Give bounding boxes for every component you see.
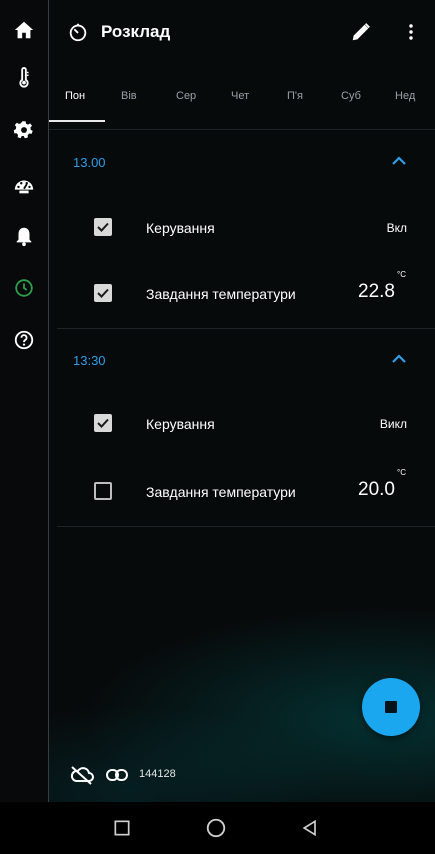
system-nav-bar (0, 802, 435, 854)
gear-icon[interactable] (8, 114, 40, 146)
schedule-row: Завдання температури 20.0 °C (49, 468, 435, 514)
more-options-button[interactable] (401, 20, 421, 44)
device-id: 144128 (139, 768, 176, 780)
link-icon (106, 769, 128, 781)
temperature-value[interactable]: 20.0 (358, 479, 395, 501)
tab-thursday[interactable]: Чет (231, 90, 275, 102)
clock-icon[interactable] (8, 272, 40, 304)
row-label: Завдання температури (146, 484, 296, 500)
tab-friday[interactable]: П'я (287, 90, 331, 102)
time-header: 13.00 (73, 155, 106, 170)
back-button[interactable] (298, 816, 322, 840)
temperature-unit: °C (397, 270, 406, 279)
time-header: 13:30 (73, 353, 106, 368)
section-divider (57, 526, 435, 527)
temperature-unit: °C (397, 468, 406, 477)
recents-square-icon (114, 820, 130, 836)
tab-wednesday[interactable]: Сер (176, 90, 220, 102)
chevron-up-icon[interactable] (391, 353, 407, 365)
stop-fab-button[interactable] (362, 678, 420, 736)
chevron-up-icon[interactable] (391, 155, 407, 167)
control-checkbox[interactable] (94, 218, 112, 236)
stop-icon (385, 701, 397, 713)
edit-button[interactable] (349, 20, 373, 44)
temperature-checkbox[interactable] (94, 482, 112, 500)
schedule-row: Керування Викл (49, 406, 435, 446)
main-panel: Розклад Пон Вів Сер Чет П'я Суб Нед 13.0… (49, 0, 435, 802)
control-checkbox[interactable] (94, 414, 112, 432)
schedule-row: Завдання температури 22.8 °C (49, 270, 435, 316)
timer-icon (69, 23, 87, 42)
row-label: Завдання температури (146, 286, 296, 302)
temperature-value[interactable]: 22.8 (358, 281, 395, 303)
row-label: Керування (146, 220, 215, 236)
bell-icon[interactable] (8, 220, 40, 252)
row-label: Керування (146, 416, 215, 432)
schedule-row: Керування Вкл (49, 210, 435, 250)
recents-button[interactable] (110, 816, 134, 840)
tab-saturday[interactable]: Суб (341, 90, 385, 102)
back-triangle-icon (302, 819, 316, 837)
active-tab-indicator (49, 120, 105, 122)
gauge-icon[interactable] (8, 170, 40, 202)
navigation-rail (0, 0, 49, 802)
tabs-divider (49, 129, 435, 130)
tab-tuesday[interactable]: Вів (121, 90, 165, 102)
connection-status: 144128 (69, 764, 269, 786)
control-value[interactable]: Викл (380, 417, 407, 431)
home-nav-button[interactable] (204, 816, 228, 840)
help-icon[interactable] (8, 324, 40, 356)
thermometer-icon[interactable] (8, 62, 40, 94)
day-tabs: Пон Вів Сер Чет П'я Суб Нед (49, 80, 435, 122)
app-bar: Розклад (49, 0, 435, 62)
section-divider (57, 328, 435, 329)
home-circle-icon (206, 818, 226, 838)
tab-monday[interactable]: Пон (65, 90, 109, 102)
edit-icon (352, 23, 370, 41)
control-value[interactable]: Вкл (387, 221, 407, 235)
page-title: Розклад (101, 22, 171, 41)
tab-sunday[interactable]: Нед (395, 90, 435, 102)
home-icon[interactable] (8, 14, 40, 46)
more-vert-icon (409, 24, 413, 40)
cloud-off-icon (70, 766, 94, 785)
temperature-checkbox[interactable] (94, 284, 112, 302)
